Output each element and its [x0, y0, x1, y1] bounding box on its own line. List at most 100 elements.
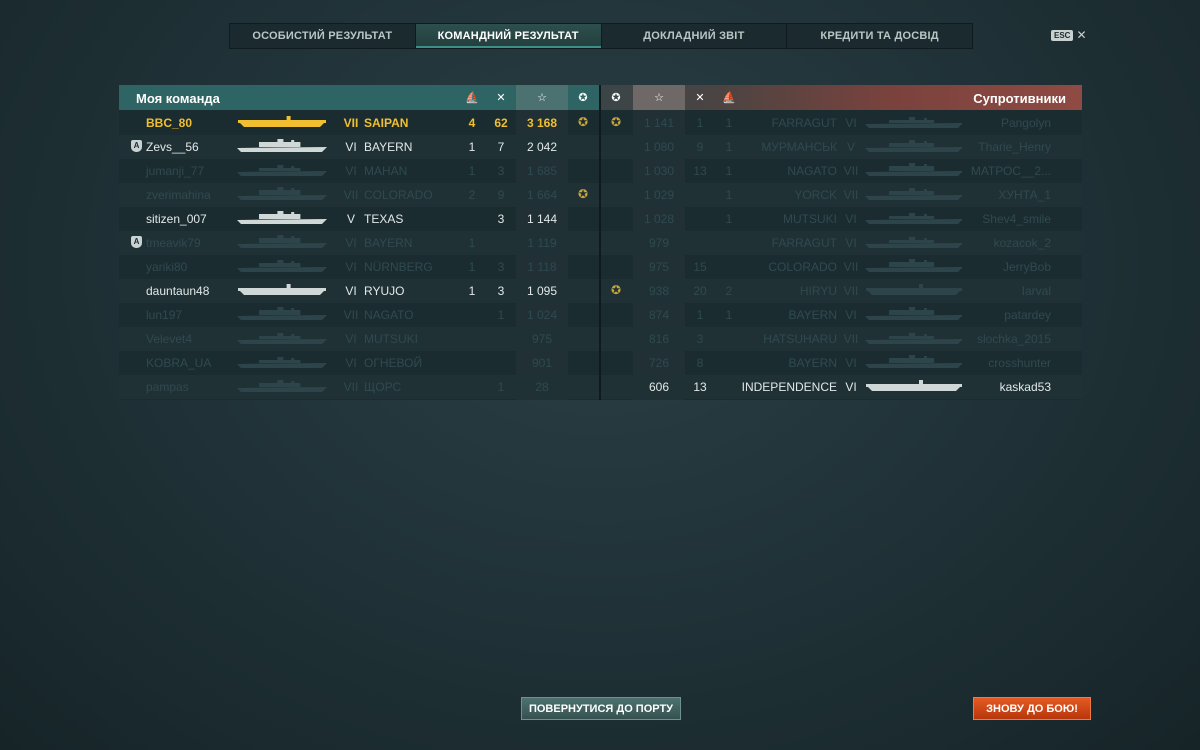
tab-detailed-report[interactable]: ДОКЛАДНИЙ ЗВІТ [602, 24, 788, 48]
ship-name: COLORADO [364, 188, 433, 202]
frags-icon[interactable]: ✕ [489, 85, 513, 110]
ship-tier: VII [343, 380, 359, 394]
frags-value: 1 [497, 380, 505, 394]
ships-destroyed-value: 1 [468, 284, 476, 298]
return-to-port-button[interactable]: ПОВЕРНУТИСЯ ДО ПОРТУ [521, 697, 681, 720]
player-row[interactable]: Atmeavik79 VI BAYERN 1 1 119 [119, 231, 599, 255]
frags-value: 7 [497, 140, 505, 154]
player-row[interactable]: lun197 VII NAGATO 1 1 024 [119, 303, 599, 327]
player-name: Shev4_smile [982, 212, 1051, 226]
frags-value: 1 [497, 308, 505, 322]
frags-value: 9 [696, 140, 704, 154]
ship-silhouette-icon [236, 210, 328, 226]
ship-silhouette-icon [864, 306, 964, 322]
enemy-team-panel: ✪ ☆ ✕ ⛵ Супротивники ✪ 1 141 1 1 FARRAGUT VI … [601, 85, 1082, 400]
player-row[interactable]: 1 030 13 1 NAGATO VII МАТРОС__2... [601, 159, 1082, 183]
battle-again-button[interactable]: ЗНОВУ ДО БОЮ! [973, 697, 1091, 720]
ship-tier: VI [845, 212, 857, 226]
esc-key-label: ESC [1051, 29, 1074, 41]
ships-destroyed-icon[interactable]: ⛵ [717, 85, 741, 110]
ship-silhouette-icon [864, 162, 964, 178]
player-row[interactable]: ✪ 1 141 1 1 FARRAGUT VI Pangolyn [601, 111, 1082, 135]
ship-name: BAYERN [788, 356, 837, 370]
ships-destroyed-value: 1 [725, 164, 733, 178]
ship-tier: VI [345, 332, 357, 346]
player-row[interactable]: sitizen_007 V TEXAS 3 1 144 [119, 207, 599, 231]
ships-destroyed-value: 1 [725, 116, 733, 130]
player-row[interactable]: 1 029 1 YORCK VII ХУНТА_1 [601, 183, 1082, 207]
player-row[interactable]: 874 1 1 BAYERN VI patardey [601, 303, 1082, 327]
ship-tier: VI [845, 308, 857, 322]
frags-value: 9 [497, 188, 505, 202]
ship-name: BAYERN [364, 140, 413, 154]
tab-personal-result[interactable]: ОСОБИСТИЙ РЕЗУЛЬТАТ [230, 24, 416, 48]
tab-team-result[interactable]: КОМАНДНИЙ РЕЗУЛЬТАТ [415, 24, 602, 48]
frags-value: 3 [497, 260, 505, 274]
player-name: Zevs__56 [146, 140, 199, 154]
ship-silhouette-icon [864, 258, 964, 274]
ship-silhouette-icon [236, 114, 328, 130]
experience-value: 1 664 [526, 188, 558, 202]
player-name: tmeavik79 [146, 236, 201, 250]
player-row[interactable]: BBC_80 VII SAIPAN 4 62 3 168 ✪ [119, 111, 599, 135]
frags-value: 62 [494, 116, 508, 130]
tab-credits-xp[interactable]: КРЕДИТИ ТА ДОСВІД [787, 24, 972, 48]
ship-tier: VI [845, 356, 857, 370]
ship-tier: VII [343, 188, 359, 202]
player-name: BBC_80 [146, 116, 193, 130]
player-row[interactable]: A Zevs__56 VI BAYERN 1 7 2 042 [119, 135, 599, 159]
player-row[interactable]: 1 028 1 MUTSUKI VI Shev4_smile [601, 207, 1082, 231]
experience-value: 606 [648, 380, 670, 394]
medal-icon[interactable]: ✪ [571, 85, 595, 110]
medal-icon: ✪ [610, 115, 622, 129]
player-name: KOBRA_UA [146, 356, 212, 370]
player-row[interactable]: zverimahina VII COLORADO 2 9 1 664 ✪ [119, 183, 599, 207]
player-row[interactable]: 1 080 9 1 МУРМАНСЬК V Tharie_Henry [601, 135, 1082, 159]
player-row[interactable]: dauntaun48 VI RYUJO 1 3 1 095 [119, 279, 599, 303]
player-row[interactable]: 979 FARRAGUT VI kozacok_2 [601, 231, 1082, 255]
medal-icon[interactable]: ✪ [604, 85, 628, 110]
experience-value: 2 042 [526, 140, 558, 154]
experience-star-icon[interactable]: ☆ [516, 85, 568, 110]
experience-value: 1 030 [643, 164, 675, 178]
player-row[interactable]: jumanji_77 VI MAHAN 1 3 1 685 [119, 159, 599, 183]
ship-tier: V [346, 212, 355, 226]
frags-value: 13 [693, 164, 707, 178]
ship-name: SAIPAN [364, 116, 409, 130]
player-row[interactable]: 726 8 BAYERN VI crosshunter [601, 351, 1082, 375]
player-name: pampas [146, 380, 189, 394]
player-name: JerryBob [1002, 260, 1051, 274]
ship-tier: VI [345, 236, 357, 250]
frags-icon[interactable]: ✕ [688, 85, 712, 110]
ship-silhouette-icon [236, 378, 328, 394]
player-name: Tharie_Henry [978, 140, 1051, 154]
ship-name: YORCK [794, 188, 837, 202]
player-row[interactable]: KOBRA_UA VI ОГНЕВОЙ 901 [119, 351, 599, 375]
experience-value: 816 [648, 332, 670, 346]
ships-destroyed-value: 2 [725, 284, 733, 298]
ships-destroyed-value: 2 [468, 188, 476, 202]
ship-name: BAYERN [364, 236, 413, 250]
experience-value: 1 119 [527, 236, 557, 250]
ship-name: TEXAS [364, 212, 404, 226]
ship-silhouette-icon [236, 282, 328, 298]
experience-star-icon[interactable]: ☆ [633, 85, 685, 110]
player-row[interactable]: yariki80 VI NÜRNBERG 1 3 1 118 [119, 255, 599, 279]
close-button[interactable]: ESC ✕ [1051, 28, 1087, 42]
frags-value: 3 [696, 332, 704, 346]
player-row[interactable]: 816 3 HATSUHARU VII slochka_2015 [601, 327, 1082, 351]
player-row[interactable]: 606 13 INDEPENDENCE VI kaskad53 [601, 375, 1082, 399]
player-row[interactable]: 975 15 COLORADO VII JerryBob [601, 255, 1082, 279]
player-name: slochka_2015 [976, 332, 1051, 346]
player-row[interactable]: ✪ 938 20 2 HIRYU VII Iarval [601, 279, 1082, 303]
ship-silhouette-icon [864, 354, 964, 370]
ship-tier: VII [843, 188, 859, 202]
ship-silhouette-icon [236, 354, 328, 370]
ships-destroyed-icon[interactable]: ⛵ [460, 85, 484, 110]
player-row[interactable]: Velevet4 VI MUTSUKI 975 [119, 327, 599, 351]
player-row[interactable]: pampas VII ЩОРС 1 28 [119, 375, 599, 399]
my-team-title: Моя команда [136, 91, 220, 106]
ship-tier: VI [845, 380, 857, 394]
player-name: crosshunter [988, 356, 1051, 370]
ship-silhouette-icon [236, 306, 328, 322]
